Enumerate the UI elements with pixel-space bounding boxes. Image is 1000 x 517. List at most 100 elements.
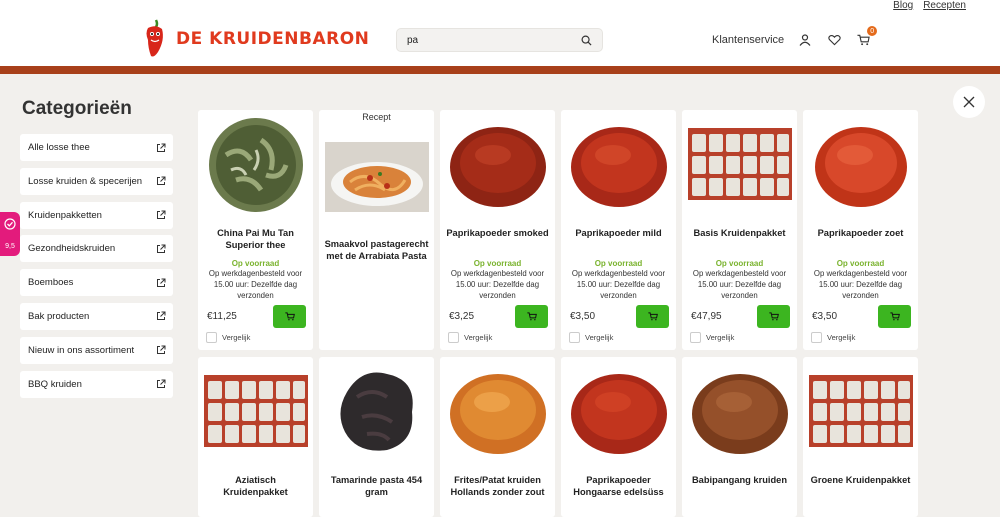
top-utility-bar: Blog Recepten [0, 0, 1000, 12]
product-image [445, 362, 550, 462]
product-card[interactable]: Babipangang kruiden [682, 357, 797, 517]
product-image [203, 375, 308, 447]
delivery-info: Op werkdagenbesteld voor 15.00 uur: Deze… [571, 269, 666, 300]
product-image [566, 362, 671, 462]
product-image [566, 115, 671, 215]
add-to-cart-button[interactable] [273, 305, 306, 328]
compare-checkbox[interactable]: Vergelijk [569, 332, 613, 343]
compare-label: Vergelijk [222, 333, 251, 342]
product-name: Paprikapoeder zoet [817, 228, 904, 238]
chili-pepper-icon [146, 19, 163, 57]
recipe-tag: Recept [362, 112, 391, 122]
compare-checkbox[interactable]: Vergelijk [690, 332, 734, 343]
cart-icon[interactable]: 0 [855, 26, 878, 48]
category-item[interactable]: Bak producten [20, 302, 173, 330]
categories-title: Categorieën [22, 98, 132, 119]
category-label: Bak producten [28, 310, 90, 322]
product-name: China Pai Mu Tan Superior thee [217, 228, 294, 250]
stock-status: Op voorraad [836, 259, 885, 268]
product-image [324, 362, 429, 462]
stock-status: Op voorraad [594, 259, 643, 268]
compare-checkbox[interactable]: Vergelijk [448, 332, 492, 343]
recipe-name: Smaakvol pastagerecht met de Arrabiata P… [324, 239, 429, 261]
product-card[interactable]: Basis Kruidenpakket Op voorraad Op werkd… [682, 110, 797, 350]
site-header: DE KRUIDENBARON pa Klantenservice 0 [0, 12, 1000, 66]
category-item[interactable]: Gezondheidskruiden [20, 235, 173, 263]
product-name: Paprikapoeder mild [575, 228, 662, 238]
product-card[interactable]: China Pai Mu Tan Superior thee Op voorra… [198, 110, 313, 350]
category-label: Boemboes [28, 277, 74, 289]
product-name: Paprikapoeder Hongaarse edelsüss [573, 475, 664, 497]
search-input[interactable]: pa [396, 28, 603, 52]
blog-link[interactable]: Blog [893, 0, 913, 11]
add-to-cart-button[interactable] [878, 305, 911, 328]
cart-icon [889, 312, 900, 321]
category-label: Nieuw in ons assortiment [28, 344, 135, 356]
add-to-cart-button[interactable] [636, 305, 669, 328]
product-image [687, 362, 792, 462]
category-item[interactable]: BBQ kruiden [20, 370, 173, 398]
category-item[interactable]: Nieuw in ons assortiment [20, 336, 173, 364]
stock-status: Op voorraad [715, 259, 764, 268]
product-card[interactable]: Paprikapoeder mild Op voorraad Op werkda… [561, 110, 676, 350]
external-link-icon [157, 244, 166, 253]
product-card[interactable]: Groene Kruidenpakket [803, 357, 918, 517]
site-logo[interactable]: DE KRUIDENBARON [142, 18, 369, 60]
product-card[interactable]: Paprikapoeder Hongaarse edelsüss [561, 357, 676, 517]
category-label: Alle losse thee [28, 142, 90, 153]
product-name: Groene Kruidenpakket [810, 475, 911, 485]
category-list: Alle losse thee Losse kruiden & specerij… [20, 134, 173, 404]
heart-icon[interactable] [826, 32, 842, 48]
product-card[interactable]: Paprikapoeder smoked Op voorraad Op werk… [440, 110, 555, 350]
stock-status: Op voorraad [473, 259, 522, 268]
compare-checkbox[interactable]: Vergelijk [206, 332, 250, 343]
external-link-icon [157, 210, 166, 220]
recipe-card[interactable]: Recept Smaakvol pastagerecht met de Arra… [319, 110, 434, 350]
add-to-cart-button[interactable] [515, 305, 548, 328]
review-widget[interactable]: 9,5 [0, 212, 20, 256]
cart-count-badge: 0 [867, 26, 878, 36]
account-icon[interactable] [797, 32, 813, 48]
close-button[interactable] [953, 86, 985, 118]
add-to-cart-button[interactable] [757, 305, 790, 328]
category-label: Gezondheidskruiden [28, 243, 116, 255]
product-card[interactable]: Frites/Patat kruiden Hollands zonder zou… [440, 357, 555, 517]
cart-icon [768, 312, 779, 321]
product-image [203, 115, 308, 215]
cart-icon [284, 312, 295, 321]
product-name: Tamarinde pasta 454 gram [330, 475, 423, 497]
product-card[interactable]: Paprikapoeder zoet Op voorraad Op werkda… [803, 110, 918, 350]
product-price: €3,25 [449, 311, 475, 322]
product-card[interactable]: Aziatisch Kruidenpakket [198, 357, 313, 517]
product-image [445, 115, 550, 215]
category-item[interactable]: Alle losse thee [20, 134, 173, 161]
recepten-link[interactable]: Recepten [923, 0, 966, 11]
compare-checkbox[interactable]: Vergelijk [811, 332, 855, 343]
brand-divider [0, 66, 1000, 74]
product-card[interactable]: Tamarinde pasta 454 gram [319, 357, 434, 517]
external-link-icon [157, 345, 166, 355]
product-image [808, 115, 913, 215]
external-link-icon [157, 143, 166, 152]
stock-status: Op voorraad [231, 259, 280, 268]
product-name: Frites/Patat kruiden Hollands zonder zou… [450, 475, 545, 497]
cart-icon [526, 312, 537, 321]
product-name: Basis Kruidenpakket [693, 228, 786, 238]
category-item[interactable]: Boemboes [20, 269, 173, 297]
compare-label: Vergelijk [464, 333, 493, 342]
product-name: Babipangang kruiden [691, 475, 788, 485]
product-image [687, 128, 792, 200]
category-item[interactable]: Losse kruiden & specerijen [20, 167, 173, 195]
product-image [808, 375, 913, 447]
category-item[interactable]: Kruidenpakketten [20, 201, 173, 229]
external-link-icon [157, 176, 166, 186]
delivery-info: Op werkdagenbesteld voor 15.00 uur: Deze… [208, 269, 303, 300]
product-price: €11,25 [207, 311, 237, 322]
product-name: Aziatisch Kruidenpakket [223, 475, 288, 497]
product-price: €47,95 [691, 311, 722, 322]
search-icon[interactable] [581, 35, 592, 46]
klantenservice-link[interactable]: Klantenservice [712, 34, 784, 46]
delivery-info: Op werkdagenbesteld voor 15.00 uur: Deze… [692, 269, 787, 300]
category-label: BBQ kruiden [28, 378, 82, 390]
search-value: pa [407, 34, 419, 46]
